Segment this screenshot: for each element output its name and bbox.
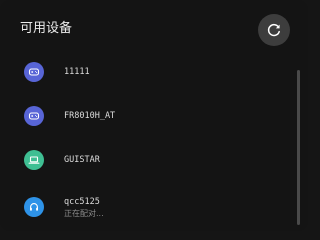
device-name: FR8010H_AT <box>64 111 116 121</box>
device-item[interactable]: qcc5125 正在配对... <box>0 185 290 229</box>
laptop-icon <box>24 150 44 170</box>
refresh-button[interactable] <box>258 14 290 46</box>
gamepad-icon <box>24 106 44 126</box>
gamepad-icon <box>24 62 44 82</box>
headphones-icon <box>24 197 44 217</box>
device-name: qcc5125 <box>64 197 100 207</box>
pairing-status: 正在配对... <box>64 209 104 218</box>
device-item[interactable]: 11111 <box>0 50 290 94</box>
scrollbar-thumb[interactable] <box>297 70 300 225</box>
device-name: 11111 <box>64 67 90 77</box>
device-item[interactable]: FR8010H_AT <box>0 94 290 138</box>
available-devices-panel: 可用设备 11111 FR8010H_AT GUISTAR qcc5125 正在… <box>0 0 308 231</box>
device-name: GUISTAR <box>64 155 100 165</box>
page-title: 可用设备 <box>20 21 73 36</box>
scrollbar[interactable] <box>297 70 300 225</box>
device-item[interactable]: GUISTAR <box>0 138 290 182</box>
refresh-icon <box>267 23 280 37</box>
